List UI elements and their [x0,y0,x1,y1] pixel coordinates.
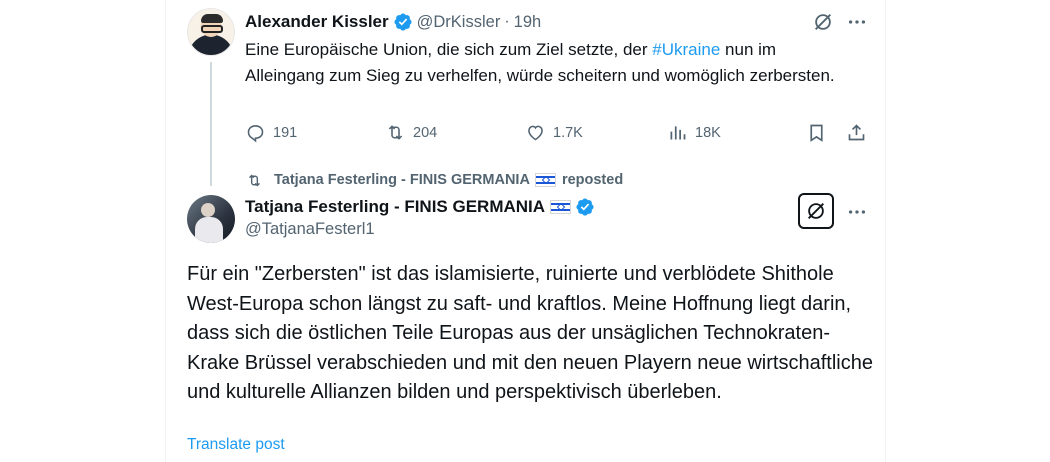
views-icon [670,126,686,140]
bookmark-icon [810,124,823,142]
israel-flag-icon [550,200,572,214]
hashtag-link[interactable]: #Ukraine [652,40,720,59]
more-icon[interactable] [846,201,868,223]
separator-dot: · [504,13,510,30]
reposted-label: reposted [561,172,624,188]
timestamp[interactable]: 19h [514,13,542,32]
verified-badge-icon [576,198,594,216]
repost-button[interactable]: 204 [385,122,437,143]
grok-icon [808,203,824,219]
repost-count: 204 [413,124,438,141]
tweet-header: Tatjana Festerling - FINIS GERMANIA [245,196,595,218]
like-count: 1.7K [553,124,583,141]
thread-connector [210,62,212,186]
more-icon[interactable] [846,11,868,33]
tweet-text: Eine Europäische Union, die sich zum Zie… [245,37,845,89]
timeline-column: Alexander Kissler @DrKissler · 19h Eine … [165,0,886,462]
repost-icon [249,174,260,186]
israel-flag-icon [534,173,556,187]
translate-post-link[interactable]: Translate post [187,436,285,454]
share-icon [848,124,865,141]
author-name[interactable]: Alexander Kissler [245,12,389,32]
author-name[interactable]: Tatjana Festerling - FINIS GERMANIA [245,197,545,217]
tweet-text-part: Eine Europäische Union, die sich zum Zie… [245,40,653,59]
avatar[interactable] [187,8,235,56]
repost-icon [388,125,403,140]
repost-banner: Tatjana Festerling - FINIS GERMANIA repo… [246,170,623,190]
bookmark-button[interactable] [806,122,834,143]
reply-count: 191 [273,124,298,141]
like-button[interactable]: 1.7K [525,122,583,143]
reply-button[interactable]: 191 [245,122,297,143]
grok-button[interactable] [798,193,834,229]
tweet-header: Alexander Kissler @DrKissler · 19h [245,11,541,33]
views-count: 18K [695,124,721,141]
tweet-text: Für ein "Zerbersten" ist das islamisiert… [187,263,873,403]
tweet-actions: 191 204 1.7K 18K [245,122,869,148]
reposter-name[interactable]: Tatjana Festerling - FINIS GERMANIA [274,172,530,188]
reply-icon [247,125,264,143]
avatar[interactable] [187,195,235,243]
views-button[interactable]: 18K [667,122,721,143]
verified-badge-icon [394,13,412,31]
author-handle[interactable]: @TatjanaFesterl1 [245,220,375,239]
share-button[interactable] [846,122,874,143]
grok-icon[interactable] [812,11,834,33]
author-handle[interactable]: @DrKissler [417,13,501,32]
heart-icon [528,125,543,141]
